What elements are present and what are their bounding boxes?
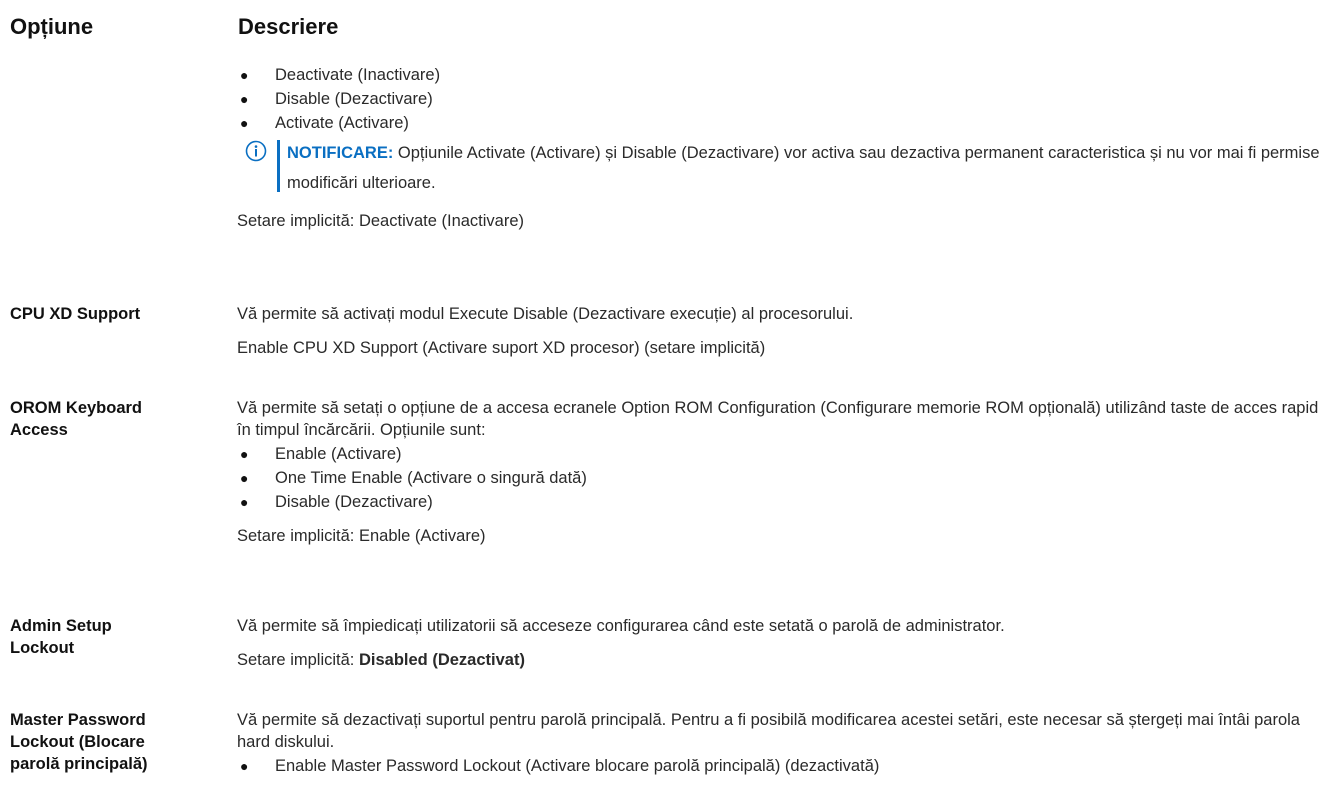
list-item: ● Enable Master Password Lockout (Activar… (240, 757, 880, 775)
bullet-icon: ● (240, 758, 249, 774)
option-description: Vă permite să activați modul Execute Dis… (237, 305, 854, 323)
row-description: Vă permite să împiedicați utilizatorii s… (237, 615, 1327, 671)
default-setting: Setare implicită: Enable (Activare) (237, 527, 486, 545)
row-description: Vă permite să activați modul Execute Dis… (237, 303, 1327, 359)
option-label: Master Password Lockout (Blocare parolă … (10, 711, 148, 773)
bullet-icon: ● (240, 470, 249, 486)
list-item: ● Enable (Activare) (240, 445, 402, 463)
option-description: Vă permite să setați o opțiune de a acce… (237, 399, 1319, 439)
options-list: ● Enable (Activare) ● One Time Enable (Act… (237, 443, 1327, 513)
list-item: ● Disable (Dezactivare) (240, 90, 433, 108)
row-description: ● Deactivate (Inactivare) ● Disable (Dezac… (237, 64, 1327, 232)
bullet-icon: ● (240, 67, 249, 83)
bullet-icon: ● (240, 115, 249, 131)
default-setting: Enable CPU XD Support (Activare suport X… (237, 339, 766, 357)
bullet-icon: ● (240, 494, 249, 510)
options-list: ● Deactivate (Inactivare) ● Disable (Dezac… (237, 64, 1327, 134)
note-text: NOTIFICARE: Opțiunile Activate (Activare… (287, 144, 1320, 192)
option-label: Admin Setup Lockout (10, 617, 112, 657)
default-setting: Setare implicită: Deactivate (Inactivare… (237, 212, 525, 230)
bullet-icon: ● (240, 91, 249, 107)
row-description: Vă permite să dezactivați suportul pentr… (237, 709, 1327, 779)
option-label: OROM Keyboard Access (10, 399, 143, 439)
option-label: CPU XD Support (10, 305, 141, 323)
option-description: Vă permite să împiedicați utilizatorii s… (237, 617, 1005, 635)
column-header-description: Descriere (238, 14, 339, 39)
document-page: Opțiune Descriere ● Deactivate (Inactivar… (0, 0, 1339, 794)
list-item: ● Disable (Dezactivare) (240, 493, 433, 511)
list-item: ● Deactivate (Inactivare) (240, 66, 441, 84)
bullet-icon: ● (240, 446, 249, 462)
list-item: ● Activate (Activare) (240, 114, 409, 132)
info-icon (245, 140, 267, 162)
list-item: ● One Time Enable (Activare o singură dat… (240, 469, 587, 487)
column-header-option: Opțiune (10, 14, 94, 39)
row-description: Vă permite să setați o opțiune de a acce… (237, 397, 1327, 547)
note-bar (277, 140, 280, 192)
options-list: ● Enable Master Password Lockout (Activar… (237, 755, 1327, 777)
option-description: Vă permite să dezactivați suportul pentr… (237, 711, 1300, 751)
note-box: NOTIFICARE: Opțiunile Activate (Activare… (237, 138, 1327, 198)
default-setting: Setare implicită: Disabled (Dezactivat) (237, 651, 525, 669)
